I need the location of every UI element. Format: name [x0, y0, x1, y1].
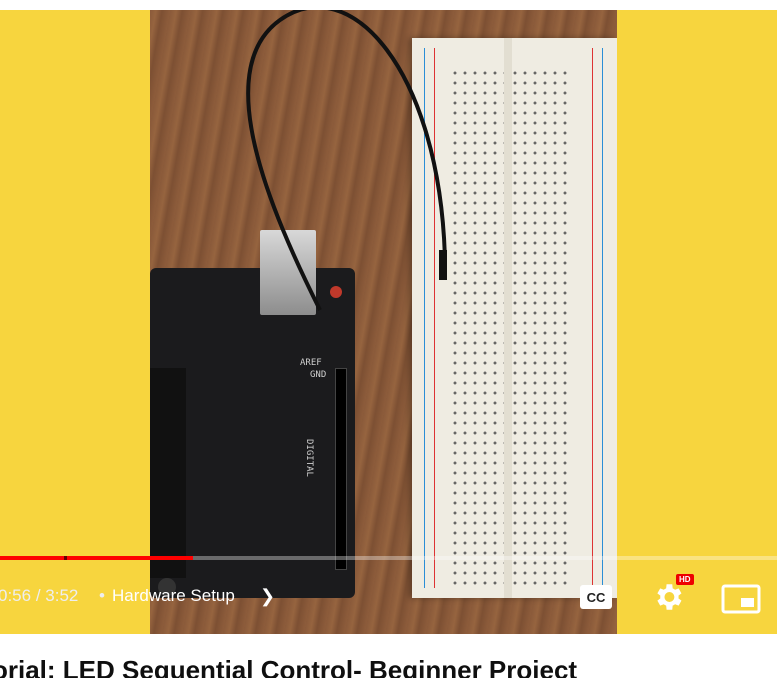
- wire-pin: [439, 250, 447, 280]
- time-display: 0:56 / 3:52: [0, 586, 78, 606]
- current-time: 0:56: [0, 586, 32, 605]
- played-bar: [0, 556, 193, 560]
- time-separator: /: [31, 586, 46, 605]
- chapter-separator: •: [99, 586, 105, 605]
- settings-gear-icon[interactable]: [651, 580, 685, 614]
- chapter-title-button[interactable]: Hardware Setup: [112, 586, 235, 606]
- jumper-wire: [246, 10, 447, 311]
- duration: 3:52: [45, 586, 79, 605]
- hd-badge: HD: [676, 574, 694, 585]
- player-controls: 0:56 / 3:52 • Hardware Setup ❯ CC HD: [0, 574, 777, 624]
- progress-bar[interactable]: [0, 556, 777, 560]
- cc-icon[interactable]: CC: [579, 584, 613, 610]
- video-player[interactable]: AREF GND DIGITAL 0:56 / 3:52 • Hardware …: [0, 10, 777, 634]
- chevron-right-icon[interactable]: ❯: [260, 586, 275, 607]
- video-frame: AREF GND DIGITAL: [150, 10, 617, 634]
- chapter-marker: [64, 556, 67, 560]
- miniplayer-icon[interactable]: [721, 584, 761, 614]
- video-title: orial: LED Sequential Control- Beginner …: [0, 655, 578, 678]
- cc-label: CC: [587, 590, 606, 605]
